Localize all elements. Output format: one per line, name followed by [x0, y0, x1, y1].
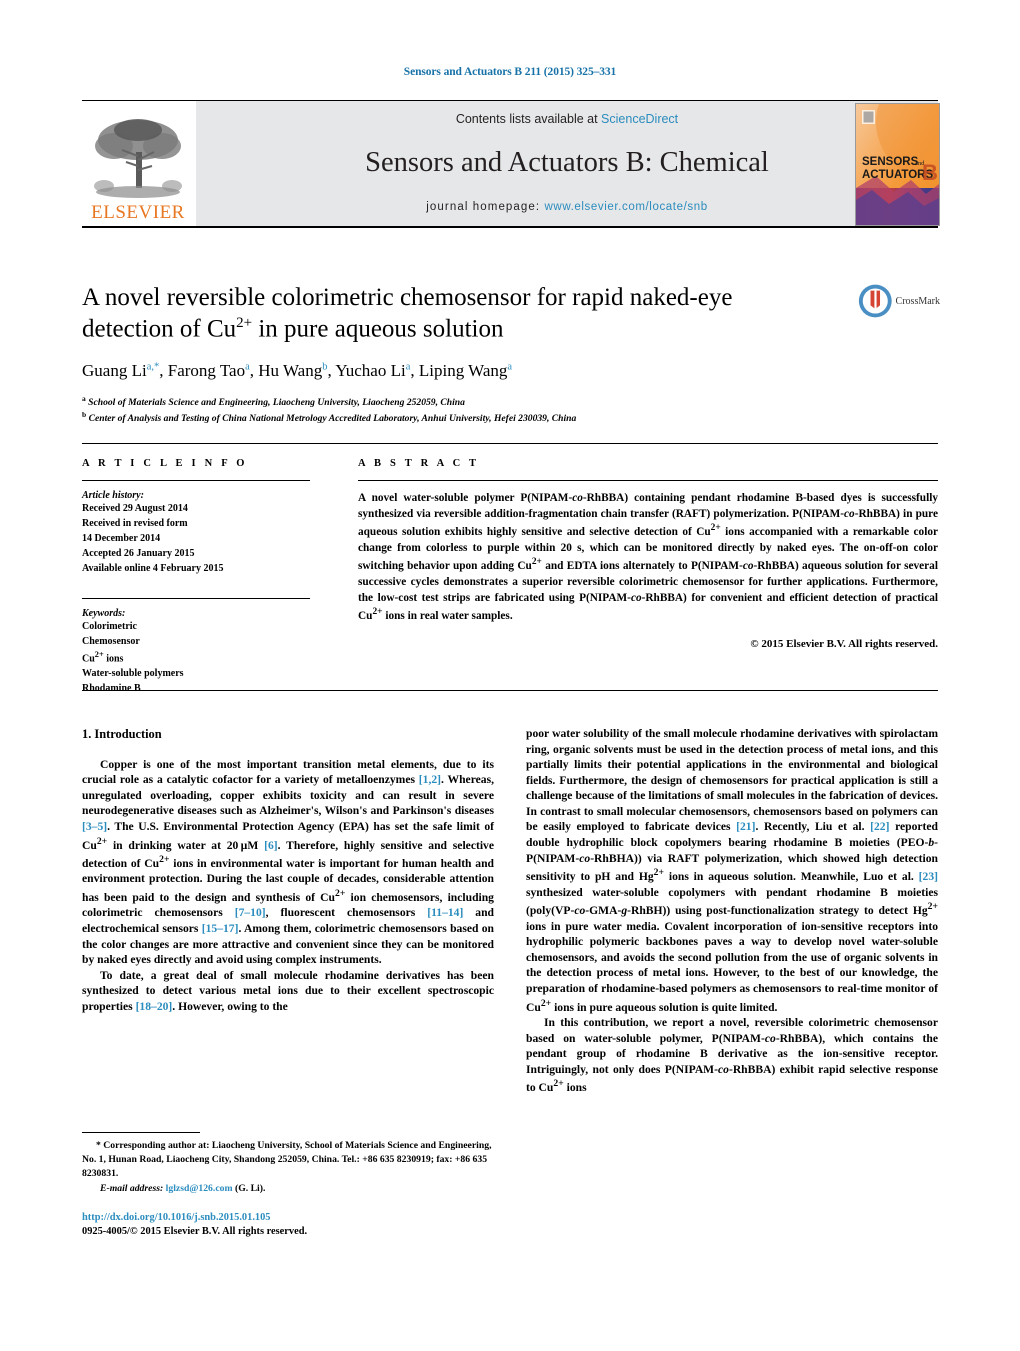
- author-list: Guang Lia,*, Farong Taoa, Hu Wangb, Yuch…: [82, 361, 513, 381]
- article-page: Sensors and Actuators B 211 (2015) 325–3…: [0, 0, 1020, 1351]
- running-head: Sensors and Actuators B 211 (2015) 325–3…: [403, 66, 617, 78]
- citation-link[interactable]: [1,2]: [419, 773, 441, 786]
- section-heading-introduction: 1. Introduction: [82, 727, 162, 741]
- author-affiliation-mark[interactable]: a: [507, 362, 512, 373]
- keyword-item: Cu2+ ions: [82, 650, 124, 665]
- paragraph: To date, a great deal of small molecule …: [82, 968, 494, 1013]
- doi-link[interactable]: http://dx.doi.org/10.1016/j.snb.2015.01.…: [82, 1211, 494, 1225]
- keywords-block: Keywords: Colorimetric Chemosensor Cu2+ …: [82, 608, 310, 696]
- affiliation-b: b Center of Analysis and Testing of Chin…: [82, 409, 577, 424]
- history-item: Available online 4 February 2015: [82, 563, 224, 574]
- email-line: E-mail address: lglzsd@126.com (G. Li).: [82, 1183, 494, 1194]
- homepage-url-link[interactable]: www.elsevier.com/locate/snb: [545, 201, 708, 213]
- keyword-item: Water-soluble polymers: [82, 668, 184, 680]
- article-info-heading: A R T I C L E I N F O: [82, 458, 248, 469]
- body-column-left: 1. Introduction Copper is one of the mos…: [82, 726, 494, 1015]
- homepage-prefix: journal homepage:: [426, 201, 545, 213]
- page-title: A novel reversible colorimetric chemosen…: [82, 283, 782, 344]
- keywords-label: Keywords:: [82, 608, 126, 619]
- abstract-copyright: © 2015 Elsevier B.V. All rights reserved…: [750, 637, 938, 650]
- cover-art-icon: SENSORS and ACTUATORS B: [856, 104, 939, 225]
- keyword-item: Colorimetric: [82, 621, 137, 632]
- citation-link[interactable]: [21]: [736, 820, 755, 833]
- elsevier-tree-icon: [94, 119, 182, 198]
- citation-link[interactable]: [18–20]: [136, 1000, 173, 1013]
- title-line-2-post: in pure aqueous solution: [252, 314, 504, 342]
- elsevier-logo: ELSEVIER: [82, 101, 194, 226]
- keywords-list: Colorimetric Chemosensor Cu2+ ions Water…: [82, 619, 310, 696]
- journal-cover-thumbnail: SENSORS and ACTUATORS B: [855, 103, 940, 226]
- imprint-block: http://dx.doi.org/10.1016/j.snb.2015.01.…: [82, 1211, 494, 1240]
- journal-homepage-line: journal homepage: www.elsevier.com/locat…: [426, 201, 707, 213]
- history-item: Accepted 26 January 2015: [82, 548, 195, 559]
- title-superscript: 2+: [236, 314, 253, 331]
- citation-link[interactable]: [3–5]: [82, 820, 107, 833]
- citation-link[interactable]: [23]: [919, 870, 938, 883]
- history-item: 14 December 2014: [82, 533, 161, 544]
- info-divider-bottom: [82, 690, 938, 691]
- affiliation-b-text: Center of Analysis and Testing of China …: [88, 412, 577, 424]
- issn-copyright: 0925-4005/© 2015 Elsevier B.V. All right…: [82, 1226, 308, 1238]
- title-block: A novel reversible colorimetric chemosen…: [82, 283, 782, 425]
- contents-available-line: Contents lists available at ScienceDirec…: [456, 112, 678, 126]
- paragraph: poor water solubility of the small molec…: [526, 727, 938, 1014]
- sciencedirect-link[interactable]: ScienceDirect: [601, 112, 678, 126]
- footnote-rule: [82, 1132, 200, 1133]
- body-column-right: poor water solubility of the small molec…: [526, 726, 938, 1096]
- crossmark-icon[interactable]: [858, 281, 893, 321]
- keywords-rule: [82, 598, 310, 599]
- affiliation-a-text: School of Materials Science and Engineer…: [88, 396, 465, 408]
- abstract-column: A B S T R A C T A novel water-soluble po…: [358, 458, 938, 650]
- affiliation-block: a School of Materials Science and Engine…: [82, 394, 782, 426]
- article-info-column: A R T I C L E I N F O Article history: R…: [82, 458, 310, 696]
- email-link[interactable]: lglzsd@126.com: [166, 1183, 233, 1194]
- paragraph: Copper is one of the most important tran…: [82, 757, 495, 967]
- author-affiliation-mark[interactable]: a,*: [147, 362, 160, 373]
- email-suffix: (G. Li).: [234, 1182, 266, 1194]
- author-affiliation-mark[interactable]: a: [406, 362, 411, 373]
- info-divider-top: [82, 443, 938, 444]
- keyword-item: Chemosensor: [82, 636, 140, 647]
- svg-text:SENSORS: SENSORS: [862, 156, 919, 168]
- citation-link[interactable]: [7–10]: [235, 906, 266, 919]
- abstract-rule: [358, 480, 938, 481]
- journal-band: Contents lists available at ScienceDirec…: [196, 101, 938, 226]
- journal-title: Sensors and Actuators B: Chemical: [365, 147, 769, 179]
- citation-link[interactable]: [22]: [870, 820, 889, 833]
- history-item: Received 29 August 2014: [82, 503, 188, 514]
- crossmark-badge[interactable]: CrossMark: [858, 280, 940, 322]
- journal-masthead: ELSEVIER Contents lists available at Sci…: [82, 100, 938, 228]
- elsevier-wordmark: ELSEVIER: [91, 202, 185, 223]
- abstract-text: A novel water-soluble polymer P(NIPAM-co…: [358, 492, 939, 622]
- citation-link[interactable]: [15–17]: [202, 922, 239, 935]
- article-info-rule: [82, 480, 310, 481]
- author-affiliation-mark[interactable]: a: [245, 362, 250, 373]
- author-affiliation-mark[interactable]: b: [322, 362, 327, 373]
- title-line-2-pre: detection of Cu: [82, 314, 237, 342]
- corresponding-author-note: * Corresponding author at: Liaocheng Uni…: [82, 1139, 494, 1181]
- abstract-heading: A B S T R A C T: [358, 458, 480, 469]
- contents-prefix: Contents lists available at: [455, 112, 602, 126]
- crossmark-label: CrossMark: [895, 295, 940, 307]
- footnote-block: * Corresponding author at: Liaocheng Uni…: [82, 1132, 494, 1194]
- history-item: Received in revised form: [82, 518, 188, 529]
- citation-link[interactable]: [6]: [264, 838, 278, 851]
- article-history-label: Article history:: [82, 490, 144, 501]
- paragraph: In this contribution, we report a novel,…: [526, 1015, 938, 1095]
- email-label: E-mail address:: [100, 1182, 164, 1194]
- affiliation-a: a School of Materials Science and Engine…: [82, 393, 465, 408]
- svg-text:B: B: [922, 160, 938, 185]
- citation-link[interactable]: [11–14]: [427, 906, 463, 919]
- keyword-item: Rhodamine B: [82, 683, 141, 695]
- title-line-1: A novel reversible colorimetric chemosen…: [82, 284, 733, 311]
- article-history-list: Received 29 August 2014 Received in revi…: [82, 501, 310, 576]
